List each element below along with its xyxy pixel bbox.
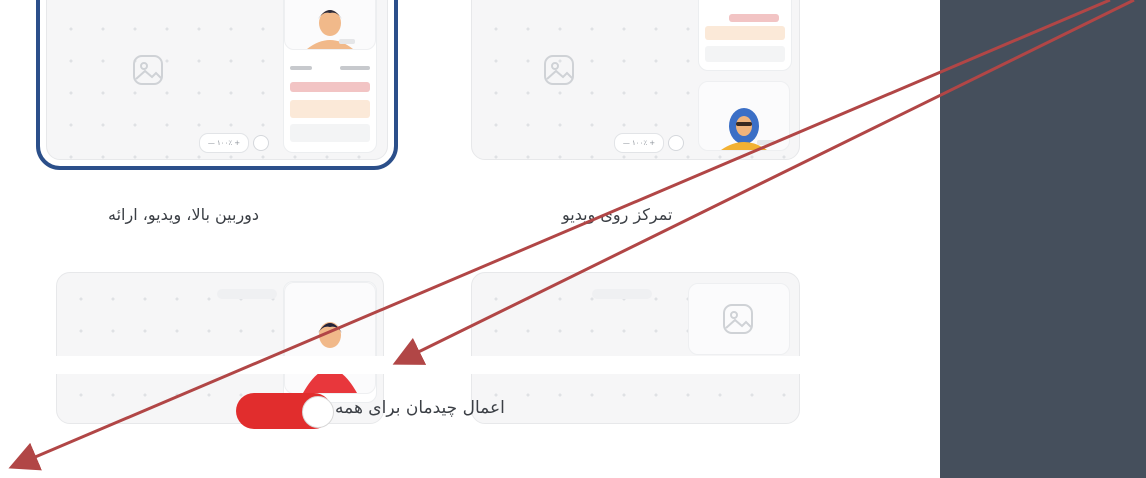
arrow-to-toggle — [392, 0, 1135, 365]
annotation-arrows — [8, 0, 1135, 471]
arrow-to-corner — [8, 0, 1111, 471]
